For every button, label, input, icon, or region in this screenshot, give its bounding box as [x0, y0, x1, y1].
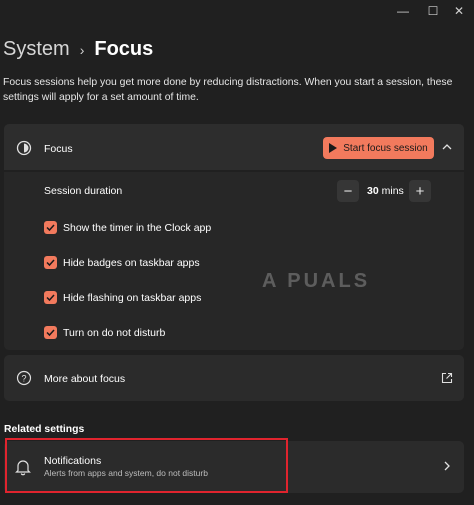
breadcrumb: System › Focus: [3, 38, 153, 61]
option-show-timer[interactable]: Show the timer in the Clock app: [44, 221, 211, 234]
decrease-duration-button[interactable]: −: [337, 180, 359, 202]
option-label: Hide flashing on taskbar apps: [63, 291, 202, 304]
breadcrumb-separator: ›: [79, 41, 85, 58]
checkbox-checked-icon[interactable]: [44, 256, 57, 269]
start-focus-session-label: Start focus session: [343, 142, 428, 154]
duration-unit: mins: [381, 185, 404, 197]
close-icon: ✕: [453, 4, 465, 18]
option-label: Hide badges on taskbar apps: [63, 256, 200, 269]
maximize-icon: ☐: [427, 4, 439, 18]
option-do-not-disturb[interactable]: Turn on do not disturb: [44, 326, 165, 339]
svg-text:?: ?: [21, 374, 26, 384]
plus-icon: +: [415, 182, 425, 200]
option-label: Show the timer in the Clock app: [63, 221, 212, 234]
checkbox-checked-icon[interactable]: [44, 326, 57, 339]
help-icon: ?: [16, 370, 32, 386]
play-icon: [329, 143, 338, 153]
session-duration-label: Session duration: [44, 185, 123, 197]
page-title: Focus: [94, 38, 154, 60]
option-hide-flashing[interactable]: Hide flashing on taskbar apps: [44, 291, 201, 304]
chevron-right-icon[interactable]: [442, 459, 452, 471]
focus-icon: [16, 140, 32, 156]
option-label: Turn on do not disturb: [63, 326, 166, 339]
checkbox-checked-icon[interactable]: [44, 291, 57, 304]
start-focus-session-button[interactable]: Start focus session: [323, 137, 434, 159]
more-about-focus-label: More about focus: [44, 373, 126, 385]
minimize-icon: —: [397, 4, 409, 18]
breadcrumb-system[interactable]: System: [3, 38, 70, 61]
increase-duration-button[interactable]: +: [409, 180, 431, 202]
duration-value: 30 mins: [367, 185, 404, 197]
chevron-up-icon[interactable]: [440, 140, 454, 154]
watermark: A PUALS: [262, 270, 371, 292]
focus-label: Focus: [44, 143, 73, 155]
option-hide-badges[interactable]: Hide badges on taskbar apps: [44, 256, 200, 269]
page-description: Focus sessions help you get more done by…: [3, 77, 453, 103]
minimize-button[interactable]: —: [388, 0, 418, 22]
minus-icon: −: [343, 182, 353, 200]
highlight-box: [5, 438, 288, 493]
external-link-icon[interactable]: [441, 371, 453, 384]
close-window-button[interactable]: ✕: [444, 0, 474, 22]
related-settings-heading: Related settings: [4, 424, 85, 435]
checkbox-checked-icon[interactable]: [44, 221, 57, 234]
